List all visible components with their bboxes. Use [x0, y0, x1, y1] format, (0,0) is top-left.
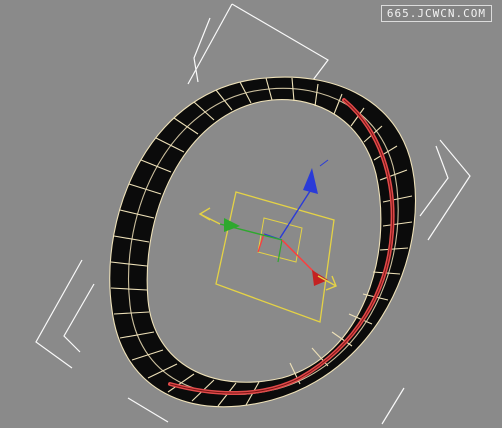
ring-object[interactable]	[109, 76, 417, 408]
watermark-label: 665.JCWCN.COM	[380, 5, 492, 22]
gizmo-plane	[215, 191, 335, 323]
transform-gizmo-icon[interactable]	[198, 159, 337, 323]
viewport-scene[interactable]	[0, 0, 502, 428]
y-axis-arrow-icon[interactable]	[198, 207, 283, 241]
3d-viewport[interactable]: 665.JCWCN.COM	[0, 0, 502, 428]
z-axis-arrow-icon[interactable]	[279, 159, 329, 239]
